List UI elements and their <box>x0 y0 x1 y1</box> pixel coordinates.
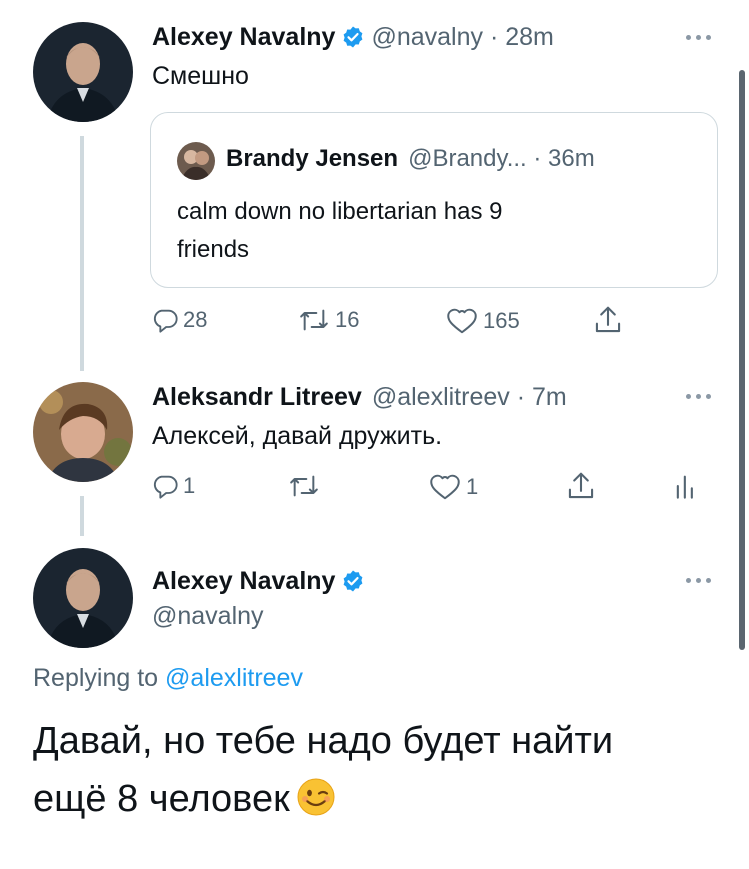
like-count: 1 <box>466 474 479 499</box>
quote-text-line: friends <box>177 236 250 263</box>
replying-prefix: Replying to <box>33 664 159 692</box>
thread-line <box>80 136 84 371</box>
like-icon <box>447 308 477 334</box>
like-icon <box>430 474 460 500</box>
more-icon[interactable] <box>686 392 712 400</box>
share-icon <box>568 472 594 499</box>
share-button[interactable] <box>593 304 623 336</box>
quote-author-handle-time[interactable]: @Brandy... · 36m <box>408 145 595 173</box>
tweet-text: Алексей, давай дружить. <box>152 422 443 450</box>
retweet-button[interactable] <box>287 472 325 500</box>
share-button[interactable] <box>566 470 596 502</box>
tweet-text-line-2: ещё 8 человек <box>33 770 723 828</box>
tweet-text-line: Давай, но тебе надо будет найти <box>33 720 614 762</box>
author-handle[interactable]: @navalny <box>152 602 264 631</box>
retweet-button[interactable]: 16 <box>297 306 359 334</box>
share-icon <box>595 306 621 333</box>
analytics-icon <box>676 475 693 499</box>
scrollbar[interactable] <box>739 70 745 650</box>
quote-text-line: calm down no libertarian has 9 <box>177 198 503 225</box>
winking-face-emoji <box>297 778 335 816</box>
analytics-button[interactable] <box>674 472 698 500</box>
like-count: 165 <box>483 308 520 333</box>
avatar[interactable] <box>33 548 133 648</box>
more-icon[interactable] <box>686 33 712 41</box>
retweet-icon <box>300 309 328 331</box>
author-name[interactable]: Aleksandr Litreev <box>152 383 362 412</box>
replying-mention-link[interactable]: @alexlitreev <box>165 664 303 692</box>
reply-button[interactable]: 1 <box>151 472 195 500</box>
quote-author-name[interactable]: Brandy Jensen <box>226 145 398 173</box>
author-handle-time[interactable]: @navalny · 28m <box>371 23 553 52</box>
replying-to: Replying to @alexlitreev <box>33 664 303 693</box>
tweet-text: Давай, но тебе надо будет найти ещё 8 че… <box>33 712 723 828</box>
avatar[interactable] <box>33 382 133 482</box>
tweet-text: Смешно <box>152 62 249 90</box>
author-name[interactable]: Alexey Navalny <box>152 567 335 596</box>
reply-icon <box>153 309 178 333</box>
reply-count: 1 <box>183 473 196 498</box>
reply-button[interactable]: 28 <box>151 306 207 334</box>
like-button[interactable]: 165 <box>445 306 520 336</box>
verified-badge-icon <box>344 26 363 48</box>
tweet-text-line: ещё 8 человек <box>33 778 290 820</box>
retweet-count: 16 <box>335 307 360 332</box>
retweet-icon <box>290 475 318 497</box>
author-handle-time[interactable]: @alexlitreev · 7m <box>372 383 567 412</box>
verified-badge-icon <box>344 570 363 592</box>
reply-icon <box>153 475 178 499</box>
thread-line <box>80 496 84 536</box>
author-name[interactable]: Alexey Navalny <box>152 23 335 52</box>
reply-count: 28 <box>183 307 208 332</box>
avatar[interactable] <box>33 22 133 122</box>
like-button[interactable]: 1 <box>428 472 478 502</box>
more-icon[interactable] <box>686 576 712 584</box>
quote-avatar[interactable] <box>177 142 215 180</box>
